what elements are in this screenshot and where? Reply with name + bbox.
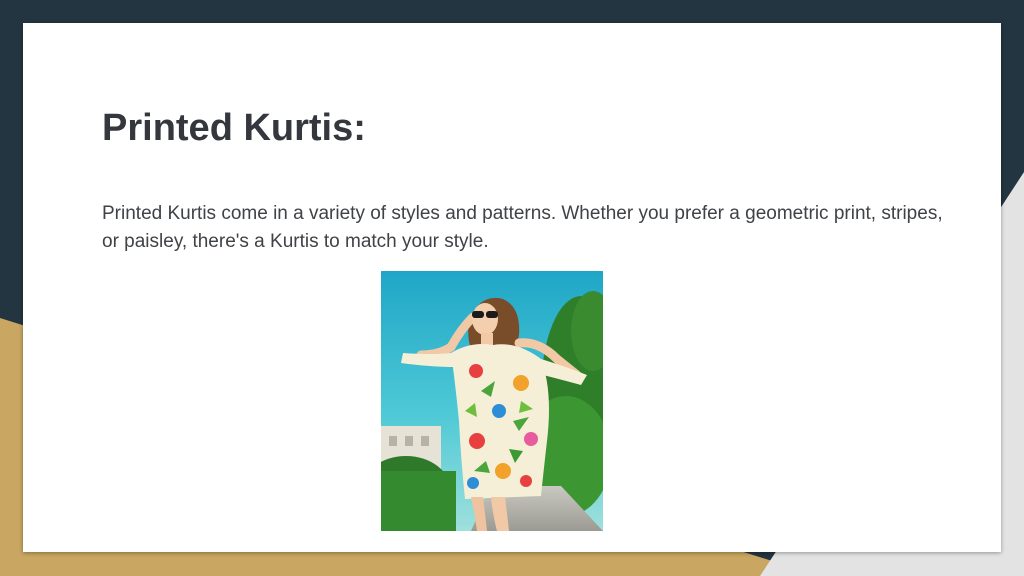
slide-title: Printed Kurtis: <box>102 107 366 149</box>
slide-body-text: Printed Kurtis come in a variety of styl… <box>102 203 943 252</box>
kurti-photo <box>381 271 603 531</box>
slide-card: Printed Kurtis: Printed Kurtis come in a… <box>23 23 1001 552</box>
